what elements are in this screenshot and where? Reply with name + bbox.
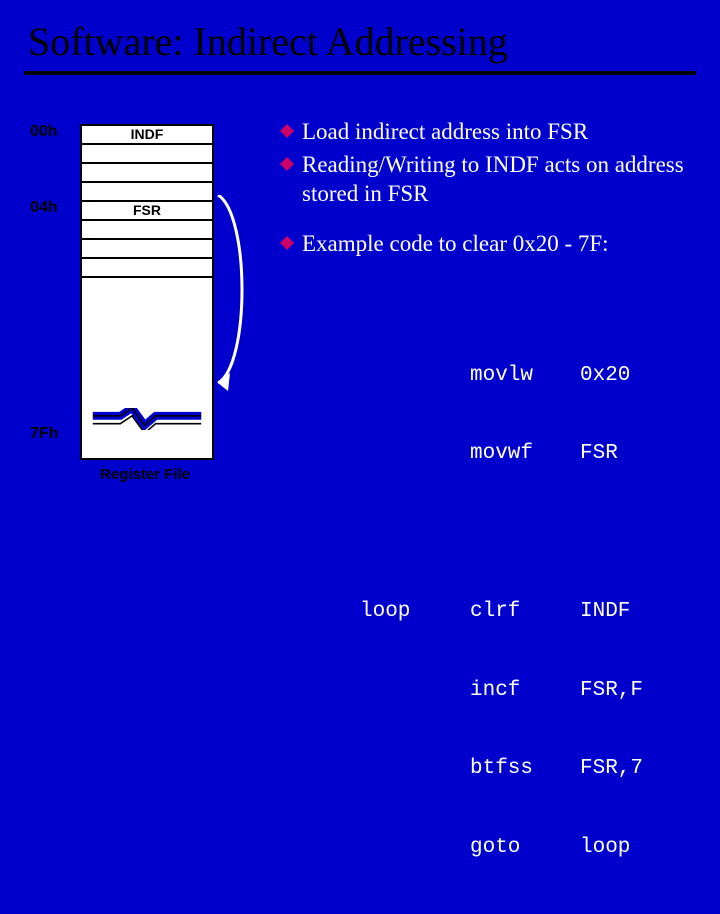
- content-area: 00h 04h 7Fh INDF FSR Register File: [0, 100, 720, 530]
- bullet-item: Load indirect address into FSR: [280, 118, 700, 147]
- code-line: movwfFSR: [360, 441, 643, 467]
- code-line: movlw0x20: [360, 363, 643, 389]
- page-title: Software: Indirect Addressing: [0, 0, 720, 69]
- reg-row-indf: INDF: [82, 126, 212, 145]
- reg-row-body: [82, 278, 212, 458]
- fsr-points-arrow-icon: [210, 195, 260, 405]
- reg-row: [82, 221, 212, 240]
- code-line: gotoloop: [360, 835, 643, 861]
- bullet-marker-icon: [280, 124, 294, 138]
- code-line: incfFSR,F: [360, 678, 643, 704]
- addr-7fh: 7Fh: [30, 425, 80, 443]
- page-break-icon: [78, 408, 216, 430]
- bullet-marker-icon: [280, 157, 294, 171]
- code-line: [360, 520, 643, 546]
- reg-row: [82, 183, 212, 202]
- title-underline: [24, 71, 696, 75]
- reg-row: [82, 259, 212, 278]
- addr-04h: 04h: [30, 199, 80, 217]
- reg-row: [82, 145, 212, 164]
- code-line: loopclrfINDF: [360, 599, 643, 625]
- reg-row: [82, 164, 212, 183]
- bullet-item: Reading/Writing to INDF acts on address …: [280, 151, 700, 209]
- reg-row-fsr: FSR: [82, 202, 212, 221]
- bullet-text: Reading/Writing to INDF acts on address …: [302, 151, 700, 209]
- reg-row: [82, 240, 212, 259]
- register-rows: INDF FSR: [80, 124, 214, 460]
- bullet-text: Example code to clear 0x20 - 7F:: [302, 230, 700, 259]
- code-block: movlw0x20 movwfFSR loopclrfINDF incfFSR,…: [360, 310, 643, 914]
- register-file-label: Register File: [80, 466, 210, 483]
- register-file-diagram: INDF FSR Register File: [80, 124, 210, 483]
- bullet-marker-icon: [280, 236, 294, 250]
- bullet-list: Load indirect address into FSR Reading/W…: [280, 118, 700, 263]
- code-line: btfssFSR,7: [360, 756, 643, 782]
- addr-00h: 00h: [30, 123, 80, 141]
- bullet-text: Load indirect address into FSR: [302, 118, 700, 147]
- bullet-item: Example code to clear 0x20 - 7F:: [280, 230, 700, 259]
